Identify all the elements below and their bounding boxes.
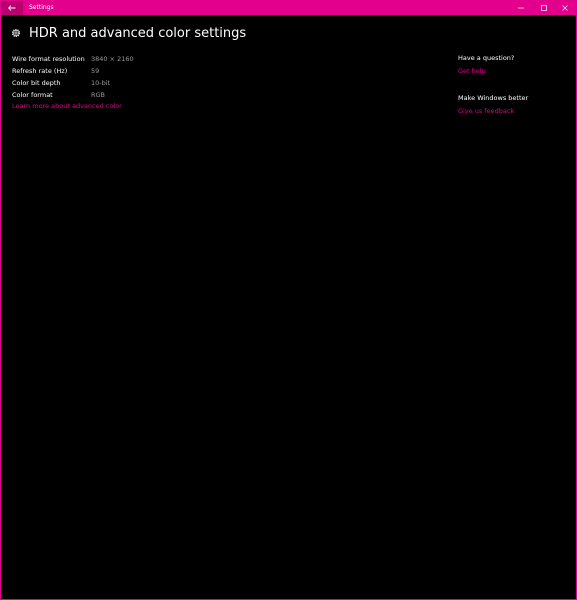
gear-icon bbox=[11, 28, 21, 38]
back-arrow-icon bbox=[8, 5, 16, 11]
info-value: 3840 × 2160 bbox=[91, 55, 134, 63]
info-label: Wire format resolution bbox=[12, 55, 85, 63]
page-title: HDR and advanced color settings bbox=[29, 26, 247, 41]
give-feedback-link[interactable]: Give us feedback bbox=[458, 106, 573, 116]
info-value: 10-bit bbox=[91, 79, 111, 87]
info-value: 59 bbox=[91, 67, 100, 75]
close-icon bbox=[562, 5, 568, 11]
get-help-link[interactable]: Get help bbox=[458, 66, 573, 76]
settings-window: Settings HDR and advanced color settings bbox=[0, 0, 577, 600]
window-title: Settings bbox=[29, 4, 54, 11]
learn-more-link[interactable]: Learn more about advanced color bbox=[12, 101, 122, 111]
maximize-icon bbox=[541, 5, 547, 11]
maximize-button[interactable] bbox=[533, 1, 555, 15]
info-label: Refresh rate (Hz) bbox=[12, 67, 68, 75]
minimize-button[interactable] bbox=[510, 1, 532, 15]
help-sidebar: Have a question? Get help Make Windows b… bbox=[458, 53, 573, 116]
minimize-icon bbox=[518, 7, 524, 9]
page-heading: HDR and advanced color settings bbox=[11, 26, 246, 42]
info-value: RGB bbox=[91, 91, 106, 99]
question-heading: Have a question? bbox=[458, 54, 515, 62]
close-button[interactable] bbox=[554, 1, 576, 15]
back-button[interactable] bbox=[1, 1, 23, 15]
info-label: Color bit depth bbox=[12, 79, 61, 87]
info-label: Color format bbox=[12, 91, 53, 99]
title-bar: Settings bbox=[1, 1, 576, 15]
feedback-heading: Make Windows better bbox=[458, 94, 529, 102]
